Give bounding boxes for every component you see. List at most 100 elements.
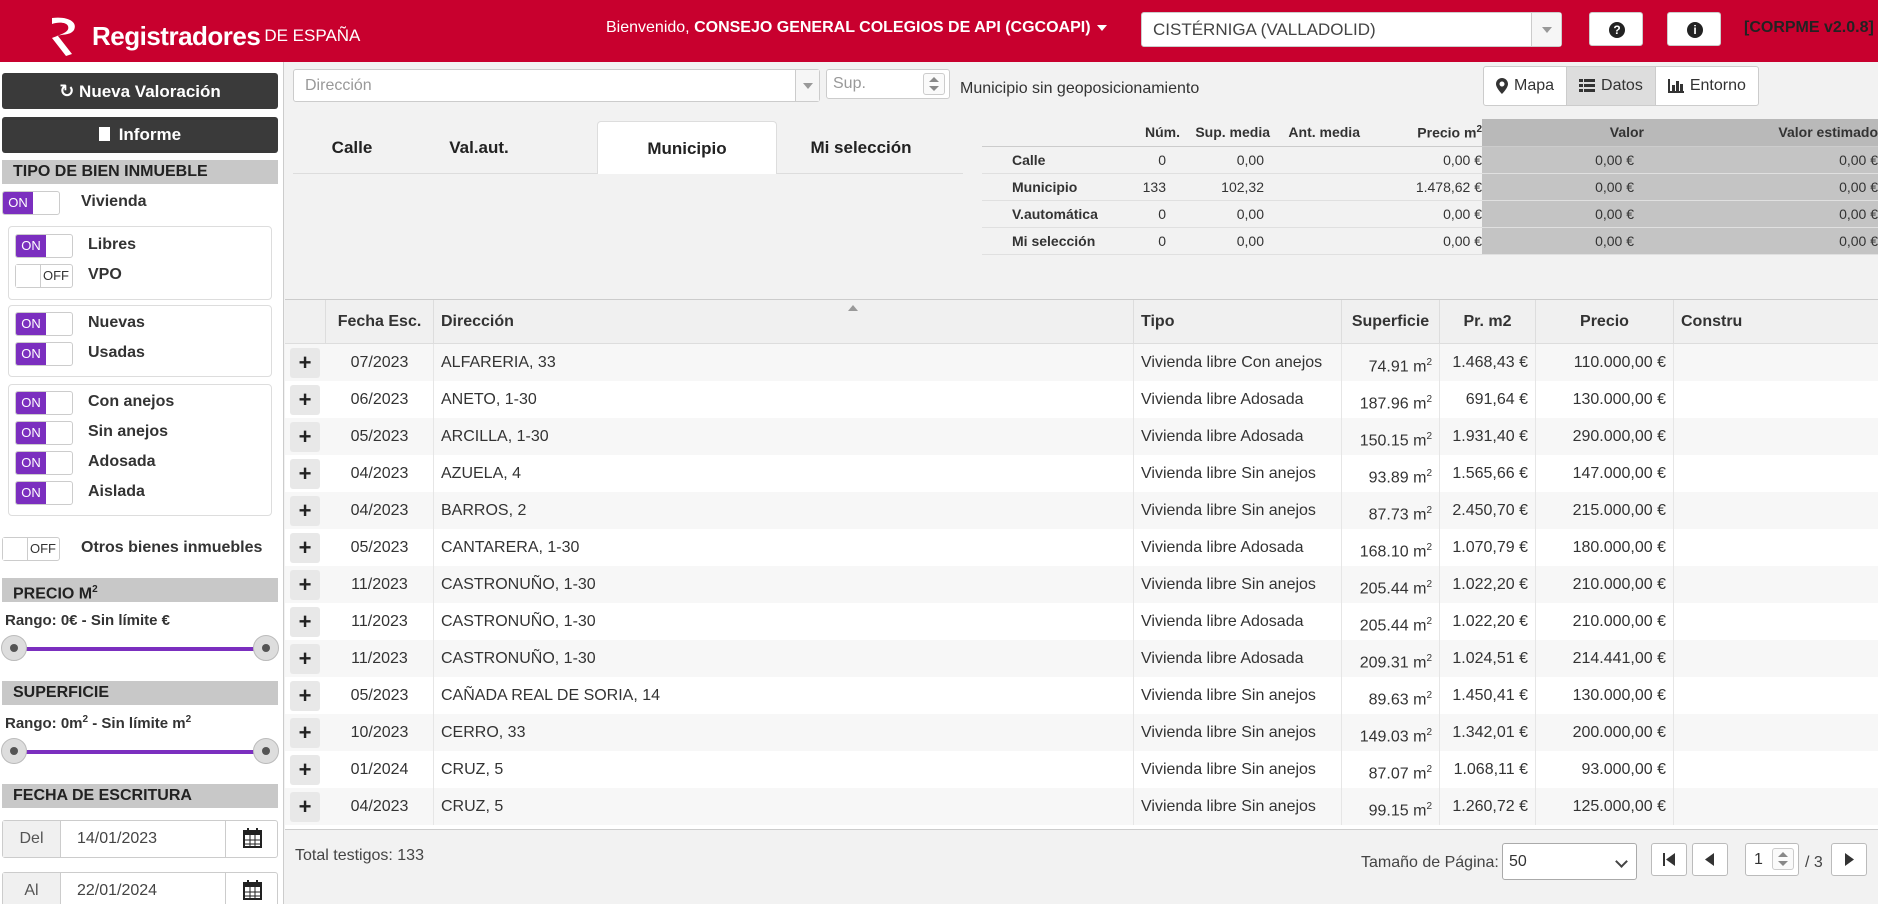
cell-construccion — [1674, 492, 1878, 529]
page-spinner[interactable] — [1772, 848, 1794, 870]
table-row[interactable]: +05/2023 ARCILLA, 1-30 Vivienda libre Ados… — [285, 418, 1878, 455]
expand-row-button[interactable]: + — [290, 681, 320, 711]
surface-value: 150.15 — [1359, 432, 1409, 450]
table-row[interactable]: +11/2023 CASTRONUÑO, 1-30 Vivienda libre A… — [285, 640, 1878, 677]
cell-tipo: Vivienda libre Adosada — [1134, 640, 1342, 677]
report-label: Informe — [118, 125, 182, 144]
view-surroundings-button[interactable]: Entorno — [1656, 67, 1758, 105]
prev-page-button[interactable] — [1692, 843, 1728, 876]
expand-row-button[interactable]: + — [290, 570, 320, 600]
table-row[interactable]: +05/2023 CAÑADA REAL DE SORIA, 14 Vivienda… — [285, 677, 1878, 714]
cell-tipo: Vivienda libre Sin anejos — [1134, 714, 1342, 751]
toggle-adosada[interactable]: ON — [15, 451, 73, 475]
table-row[interactable]: +11/2023 CASTRONUÑO, 1-30 Vivienda libre S… — [285, 566, 1878, 603]
grid-header-fecha[interactable]: Fecha Esc. — [326, 300, 434, 344]
help-button[interactable]: ? — [1589, 12, 1643, 46]
date-from-value[interactable]: 14/01/2023 — [77, 830, 157, 848]
table-row[interactable]: +11/2023 CASTRONUÑO, 1-30 Vivienda libre A… — [285, 603, 1878, 640]
stats-cell: 0,00 — [1180, 200, 1270, 228]
expand-row-button[interactable]: + — [290, 385, 320, 415]
tab-calle[interactable]: Calle — [293, 121, 411, 174]
view-map-button[interactable]: Mapa — [1484, 67, 1568, 105]
calendar-icon[interactable] — [225, 873, 277, 904]
expand-row-button[interactable]: + — [290, 496, 320, 526]
toggle-usadas[interactable]: ON — [15, 342, 73, 366]
surface-min-handle[interactable] — [1, 738, 27, 764]
report-button[interactable]: Informe — [2, 117, 278, 153]
toggle-sin-anejos[interactable]: ON — [15, 421, 73, 445]
view-data-button[interactable]: Datos — [1567, 67, 1656, 105]
dropdown-arrow-icon[interactable] — [795, 70, 819, 101]
page-size-select[interactable]: 50 — [1502, 843, 1637, 880]
cell-construccion — [1674, 714, 1878, 751]
toggle-libres[interactable]: ON — [15, 234, 73, 258]
table-row[interactable]: +05/2023 CANTARERA, 1-30 Vivienda libre Ad… — [285, 529, 1878, 566]
toggle-aislada[interactable]: ON — [15, 481, 73, 505]
tab-municipio[interactable]: Municipio — [597, 121, 777, 174]
toggle-vpo[interactable]: OFF — [15, 264, 73, 288]
toggle-state: ON — [16, 313, 46, 335]
table-row[interactable]: +07/2023 ALFARERIA, 33 Vivienda libre Con … — [285, 344, 1878, 381]
date-to-field[interactable]: Al 22/01/2024 — [2, 872, 278, 904]
grid-header-precio[interactable]: Precio — [1536, 300, 1674, 344]
cell-superficie: 89.63 m2 — [1342, 677, 1440, 714]
municipality-select[interactable]: CISTÉRNIGA (VALLADOLID) — [1141, 12, 1562, 47]
grid-header-pr-m2[interactable]: Pr. m2 — [1440, 300, 1536, 344]
cell-precio: 130.000,00 € — [1536, 677, 1674, 714]
expand-row-button[interactable]: + — [290, 792, 320, 822]
tab-val-aut[interactable]: Val.aut. — [411, 121, 547, 174]
date-to-value[interactable]: 22/01/2024 — [77, 882, 157, 900]
surface-range-prefix: Rango: 0m — [5, 715, 83, 732]
stats-cell: 0,00 — [1180, 146, 1270, 174]
dropdown-arrow-icon[interactable] — [1531, 13, 1561, 46]
surface-value: 209.31 — [1359, 654, 1409, 672]
table-row[interactable]: +04/2023 CRUZ, 5 Vivienda libre Sin anejos… — [285, 788, 1878, 825]
toggle-vivienda[interactable]: ON — [2, 191, 60, 215]
calendar-icon[interactable] — [225, 821, 277, 857]
price-min-handle[interactable] — [1, 635, 27, 661]
price-max-handle[interactable] — [253, 635, 279, 661]
user-menu[interactable]: Bienvenido, CONSEJO GENERAL COLEGIOS DE … — [606, 19, 1107, 37]
expand-row-button[interactable]: + — [290, 755, 320, 785]
toggle-otros[interactable]: OFF — [2, 537, 60, 561]
surface-max-handle[interactable] — [253, 738, 279, 764]
address-select[interactable]: Dirección — [293, 69, 820, 102]
table-row[interactable]: +06/2023 ANETO, 1-30 Vivienda libre Adosad… — [285, 381, 1878, 418]
grid-header-superficie[interactable]: Superficie — [1342, 300, 1440, 344]
expand-row-button[interactable]: + — [290, 607, 320, 637]
stats-cell — [1270, 200, 1360, 228]
expand-row-button[interactable]: + — [290, 459, 320, 489]
info-button[interactable]: i — [1667, 12, 1721, 46]
first-page-button[interactable] — [1651, 843, 1687, 876]
price-slider[interactable] — [1, 635, 279, 661]
table-row[interactable]: +10/2023 CERRO, 33 Vivienda libre Sin anej… — [285, 714, 1878, 751]
toggle-nuevas[interactable]: ON — [15, 312, 73, 336]
page-number-input[interactable]: 1 — [1745, 843, 1799, 876]
registradores-logo[interactable]: Registradores DE ESPAÑA — [48, 14, 360, 58]
cell-pr-m2: 1.468,43 € — [1440, 344, 1536, 381]
surface-input[interactable]: Sup. — [826, 69, 950, 99]
toggle-con-anejos[interactable]: ON — [15, 391, 73, 415]
expand-row-button[interactable]: + — [290, 348, 320, 378]
cell-direccion: ANETO, 1-30 — [434, 381, 1134, 418]
grid-header-construccion[interactable]: Constru — [1674, 300, 1878, 344]
cell-superficie: 205.44 m2 — [1342, 603, 1440, 640]
new-valuation-button[interactable]: ↻ Nueva Valoración — [2, 73, 278, 109]
table-row[interactable]: +01/2024 CRUZ, 5 Vivienda libre Sin anejos… — [285, 751, 1878, 788]
expand-row-button[interactable]: + — [290, 644, 320, 674]
cell-precio: 200.000,00 € — [1536, 714, 1674, 751]
next-page-button[interactable] — [1831, 843, 1867, 876]
expand-row-button[interactable]: + — [290, 533, 320, 563]
table-row[interactable]: +04/2023 AZUELA, 4 Vivienda libre Sin anej… — [285, 455, 1878, 492]
cell-tipo: Vivienda libre Sin anejos — [1134, 677, 1342, 714]
cell-tipo: Vivienda libre Sin anejos — [1134, 566, 1342, 603]
grid-header-direccion[interactable]: Dirección — [434, 300, 1134, 344]
tab-mi-seleccion[interactable]: Mi selección — [781, 121, 941, 174]
grid-header-tipo[interactable]: Tipo — [1134, 300, 1342, 344]
surface-slider[interactable] — [1, 738, 279, 764]
expand-row-button[interactable]: + — [290, 718, 320, 748]
date-from-field[interactable]: Del 14/01/2023 — [2, 820, 278, 858]
table-row[interactable]: +04/2023 BARROS, 2 Vivienda libre Sin anej… — [285, 492, 1878, 529]
surface-spinner[interactable] — [923, 73, 945, 95]
expand-row-button[interactable]: + — [290, 422, 320, 452]
